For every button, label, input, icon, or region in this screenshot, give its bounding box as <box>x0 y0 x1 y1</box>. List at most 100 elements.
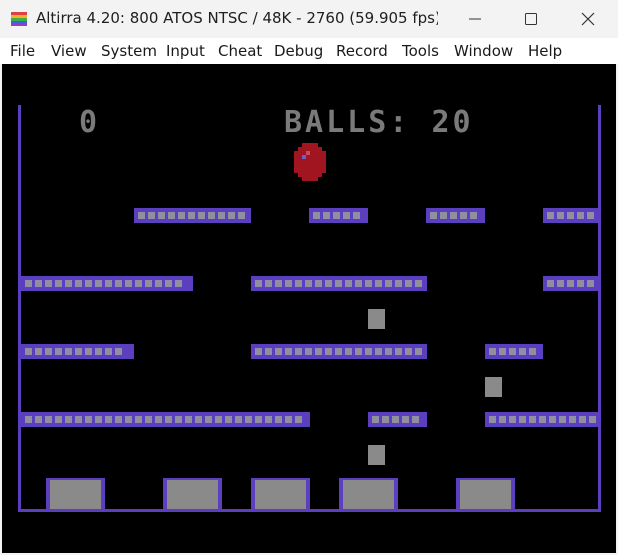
platform-dash <box>125 416 132 423</box>
window-title: Altirra 4.20: 800 ATOS NTSC / 48K - 2760… <box>36 9 438 27</box>
platform-dash <box>509 348 516 355</box>
platform-dash <box>549 416 556 423</box>
platform-dash <box>85 280 92 287</box>
emulator-screen[interactable]: 0 BALLS: 20 <box>2 64 616 553</box>
platform-dash <box>382 416 389 423</box>
platform-dash <box>148 212 155 219</box>
platform-dash <box>345 280 352 287</box>
platform-dash <box>35 348 42 355</box>
platform-dash <box>265 416 272 423</box>
platform-dash <box>45 280 52 287</box>
platform-dash <box>25 280 32 287</box>
platform-dash <box>489 416 496 423</box>
platform-dash <box>557 280 564 287</box>
platform-dash <box>198 212 205 219</box>
platform-dash <box>587 212 594 219</box>
platform-dash <box>75 280 82 287</box>
platform-dash <box>325 348 332 355</box>
platform-dash <box>415 280 422 287</box>
platform-dash <box>402 416 409 423</box>
menu-debug[interactable]: Debug <box>274 42 323 60</box>
platform-dash <box>547 212 554 219</box>
platform-dash <box>158 212 165 219</box>
platform-dash <box>355 280 362 287</box>
platform-dash <box>208 212 215 219</box>
platform-dash <box>499 348 506 355</box>
platform-dash <box>499 416 506 423</box>
menu-help[interactable]: Help <box>528 42 562 60</box>
platform-dash <box>395 348 402 355</box>
maximize-button[interactable] <box>503 0 559 38</box>
platform-dash <box>105 280 112 287</box>
left-wall <box>18 105 21 512</box>
platform-dash <box>95 280 102 287</box>
platform-dash <box>218 212 225 219</box>
platform-dash <box>365 348 372 355</box>
block <box>368 309 385 329</box>
platform-dash <box>305 280 312 287</box>
menu-tools[interactable]: Tools <box>402 42 439 60</box>
platform-dash <box>539 416 546 423</box>
platform-dash <box>225 416 232 423</box>
platform-dash <box>75 348 82 355</box>
platform-dash <box>255 348 262 355</box>
platform-dash <box>95 416 102 423</box>
platform-dash <box>45 348 52 355</box>
platform-dash <box>55 280 62 287</box>
platform-dash <box>529 416 536 423</box>
title-bar[interactable]: Altirra 4.20: 800 ATOS NTSC / 48K - 2760… <box>0 0 618 38</box>
ball <box>294 143 326 181</box>
platform-dash <box>519 416 526 423</box>
menu-system[interactable]: System <box>101 42 157 60</box>
platform-dash <box>175 416 182 423</box>
platform-dash <box>228 212 235 219</box>
platform-dash <box>353 212 360 219</box>
platform-dash <box>65 416 72 423</box>
menu-file[interactable]: File <box>10 42 35 60</box>
platform-dash <box>547 280 554 287</box>
platform-dash <box>275 416 282 423</box>
platform-dash <box>375 348 382 355</box>
platform-dash <box>569 416 576 423</box>
platform-dash <box>577 212 584 219</box>
platform-dash <box>323 212 330 219</box>
maximize-icon <box>525 13 537 25</box>
platform-dash <box>55 416 62 423</box>
platform-dash <box>470 212 477 219</box>
right-wall <box>598 105 601 512</box>
menu-bar: File View System Input Cheat Debug Recor… <box>0 38 618 64</box>
platform-dash <box>235 416 242 423</box>
platforms <box>21 208 599 427</box>
platform-dash <box>315 280 322 287</box>
platform-dash <box>135 280 142 287</box>
platform-dash <box>365 280 372 287</box>
platform-dash <box>372 416 379 423</box>
platform-dash <box>295 348 302 355</box>
platform-dash <box>275 280 282 287</box>
platform-dash <box>489 348 496 355</box>
platform-dash <box>415 348 422 355</box>
minimize-button[interactable] <box>447 0 503 38</box>
minimize-icon <box>469 18 481 20</box>
platform-dash <box>313 212 320 219</box>
platform-dash <box>165 280 172 287</box>
platform-dash <box>412 416 419 423</box>
menu-window[interactable]: Window <box>454 42 513 60</box>
menu-cheat[interactable]: Cheat <box>218 42 262 60</box>
menu-record[interactable]: Record <box>336 42 388 60</box>
platform-dash <box>155 416 162 423</box>
platform-dash <box>335 348 342 355</box>
close-button[interactable] <box>560 0 616 38</box>
platform-dash <box>460 212 467 219</box>
menu-input[interactable]: Input <box>166 42 205 60</box>
menu-view[interactable]: View <box>51 42 87 60</box>
platform-dash <box>145 416 152 423</box>
platform-dash <box>579 416 586 423</box>
platform-dash <box>405 280 412 287</box>
platform-dash <box>145 280 152 287</box>
platform-dash <box>55 348 62 355</box>
platform-dash <box>567 280 574 287</box>
altirra-icon <box>10 11 28 27</box>
platform-dash <box>105 416 112 423</box>
platform-dash <box>135 416 142 423</box>
